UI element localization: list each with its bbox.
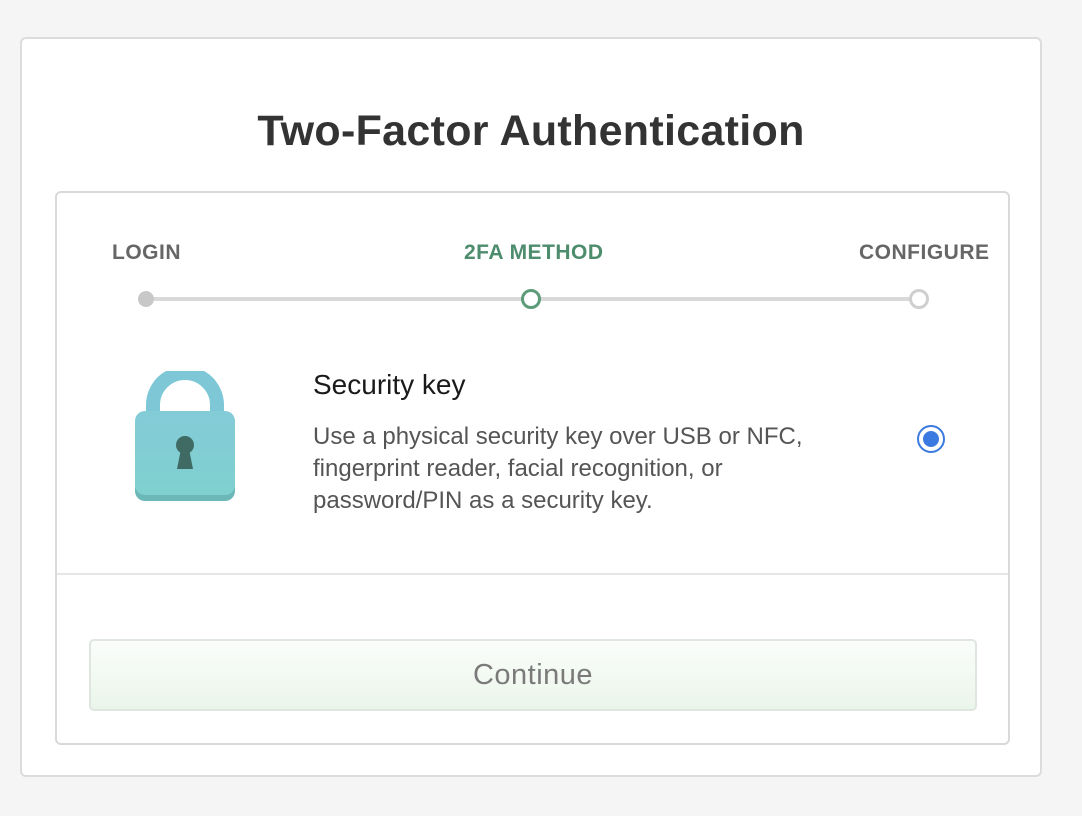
radio-selected-indicator — [923, 431, 939, 447]
method-title: Security key — [313, 369, 466, 400]
step-label-configure: CONFIGURE — [859, 241, 990, 264]
continue-button[interactable]: Continue — [89, 639, 977, 711]
step-dot-configure — [909, 289, 929, 309]
step-label-2fa-method: 2FA METHOD — [464, 241, 604, 264]
step-dot-2fa-method — [521, 289, 541, 309]
method-panel: LOGIN 2FA METHOD CONFIGURE Security key … — [55, 191, 1010, 745]
method-description: Use a physical security key over USB or … — [313, 423, 803, 514]
step-label-login: LOGIN — [112, 241, 181, 264]
lock-icon — [133, 366, 237, 503]
two-factor-dialog: Two-Factor Authentication LOGIN 2FA METH… — [20, 37, 1042, 777]
page-title: Two-Factor Authentication — [257, 107, 805, 155]
step-dot-login — [138, 291, 154, 307]
divider — [57, 573, 1008, 575]
security-key-radio[interactable] — [917, 425, 945, 453]
